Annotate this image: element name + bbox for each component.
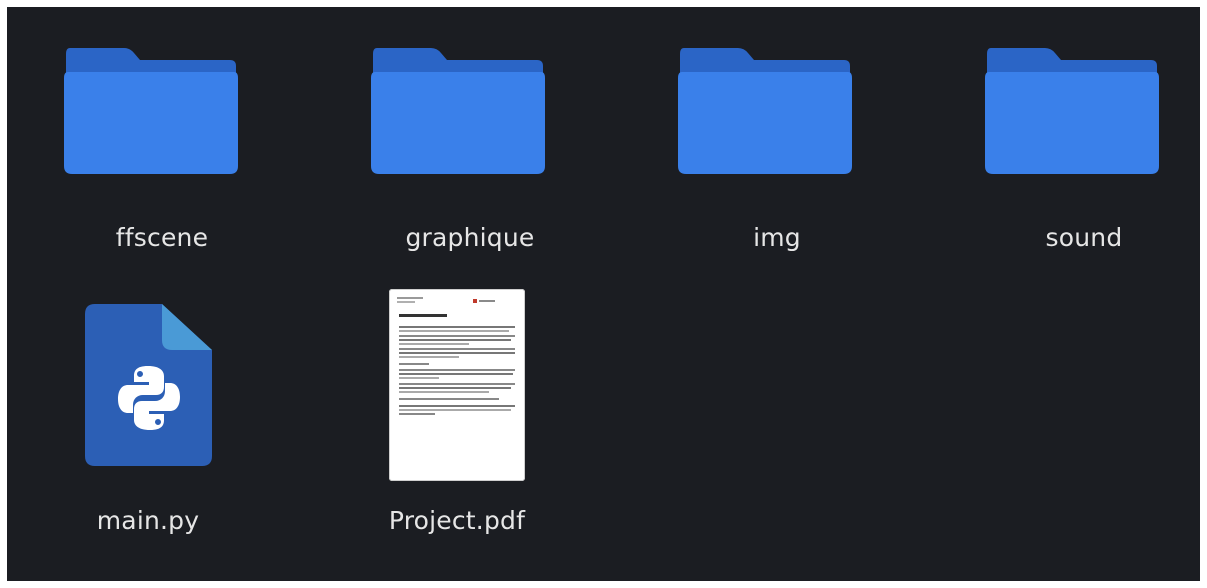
file-item-project-pdf[interactable]: Project.pdf: [350, 287, 590, 547]
file-item-img[interactable]: img: [657, 45, 897, 265]
folder-icon: [985, 48, 1159, 174]
folder-icon: [64, 48, 238, 174]
file-grid-view: ffscene graphique img sound main.py Proj…: [7, 7, 1200, 581]
file-item-sound[interactable]: sound: [964, 45, 1204, 265]
folder-icon: [371, 48, 545, 174]
python-file-icon: [85, 304, 212, 466]
file-item-ffscene[interactable]: ffscene: [42, 45, 282, 265]
folder-icon: [678, 48, 852, 174]
file-name-label: graphique: [405, 223, 535, 252]
file-name-label: main.py: [96, 506, 200, 535]
file-name-label: sound: [1045, 223, 1123, 252]
file-name-label: Project.pdf: [388, 506, 526, 535]
file-name-label: img: [753, 223, 801, 252]
file-item-main-py[interactable]: main.py: [42, 287, 282, 547]
file-item-graphique[interactable]: graphique: [350, 45, 590, 265]
pdf-thumbnail-icon: [389, 289, 525, 481]
file-name-label: ffscene: [115, 223, 209, 252]
